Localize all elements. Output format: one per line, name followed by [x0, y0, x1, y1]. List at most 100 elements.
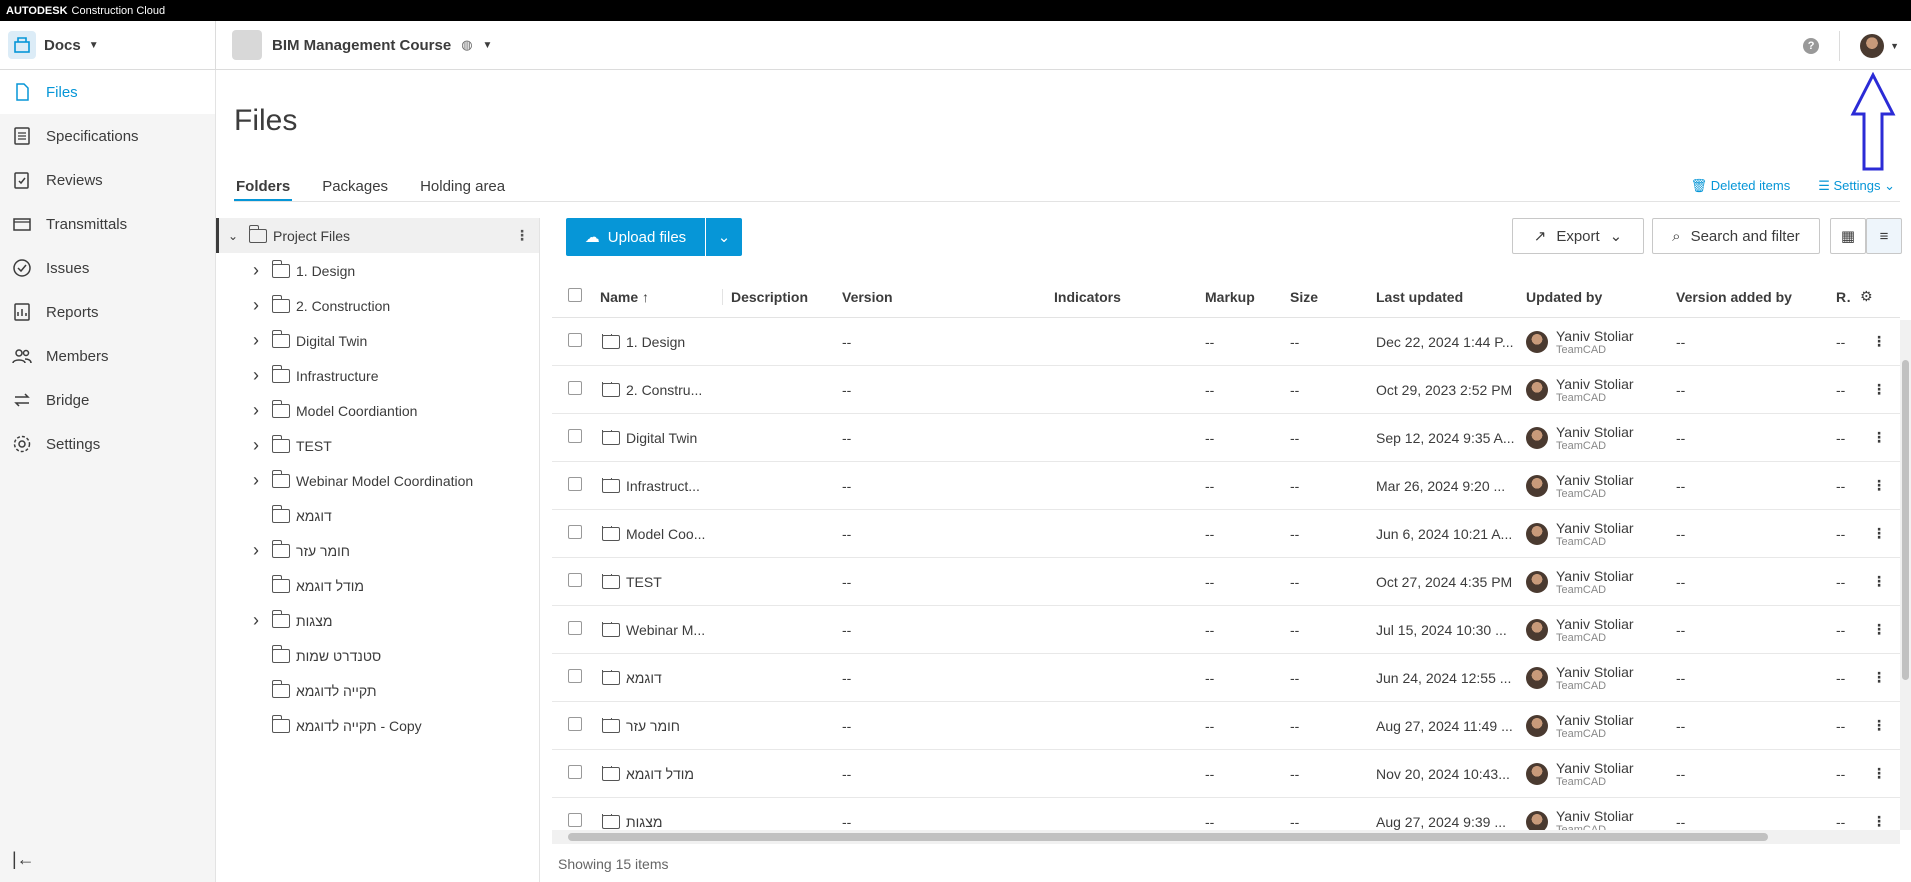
chevron-right-icon[interactable]: › [248, 295, 264, 316]
file-name-cell[interactable]: מודל דוגמא [592, 765, 722, 782]
table-row[interactable]: דוגמא -- -- -- Jun 24, 2024 12:55 ... Yaniv S… [552, 654, 1900, 702]
sidebar-item-reports[interactable]: Reports [0, 290, 215, 334]
tree-folder[interactable]: › מצגות [216, 603, 539, 638]
tree-folder[interactable]: סטנדרט שמות [216, 638, 539, 673]
row-checkbox[interactable] [552, 477, 592, 494]
column-description[interactable]: Description [722, 288, 834, 305]
upload-files-button[interactable]: ☁ Upload files ⌄ [566, 218, 742, 256]
file-name-cell[interactable]: מצגות [592, 813, 722, 830]
upload-main[interactable]: ☁ Upload files [566, 218, 706, 256]
column-settings-gear-icon[interactable]: ⚙ [1852, 288, 1892, 305]
file-name[interactable]: 1. Design [626, 334, 685, 350]
export-button[interactable]: ↗ Export ⌄ [1512, 218, 1644, 254]
sidebar-item-settings[interactable]: Settings [0, 422, 215, 466]
search-filter-button[interactable]: ⌕ Search and filter [1652, 218, 1820, 254]
file-name[interactable]: Webinar M... [626, 622, 705, 638]
file-name[interactable]: Infrastruct... [626, 478, 700, 494]
row-more-options-icon[interactable]: ⋮ [1852, 573, 1892, 590]
chevron-down-icon[interactable]: ⌄ [225, 229, 241, 243]
table-row[interactable]: Infrastruct... -- -- -- Mar 26, 2024 9:20 ..… [552, 462, 1900, 510]
chevron-right-icon[interactable]: › [248, 435, 264, 456]
table-row[interactable]: מודל דוגמא -- -- -- Nov 20, 2024 10:43... Yan… [552, 750, 1900, 798]
file-name-cell[interactable]: 1. Design [592, 333, 722, 350]
tree-folder[interactable]: › 1. Design [216, 253, 539, 288]
file-name-cell[interactable]: 2. Constru... [592, 381, 722, 398]
row-checkbox[interactable] [552, 525, 592, 542]
tree-folder[interactable]: תקייה לדוגמא [216, 673, 539, 708]
sidebar-item-reviews[interactable]: Reviews [0, 158, 215, 202]
sidebar-item-files[interactable]: Files [0, 70, 215, 114]
tree-folder[interactable]: › Infrastructure [216, 358, 539, 393]
column-updated-by[interactable]: Updated by [1518, 289, 1668, 305]
project-switcher[interactable]: BIM Management Course ◍ ▼ [232, 30, 492, 60]
chevron-right-icon[interactable]: › [248, 400, 264, 421]
column-size[interactable]: Size [1282, 289, 1368, 305]
row-checkbox[interactable] [552, 717, 592, 734]
file-name[interactable]: דוגמא [626, 670, 662, 686]
file-name[interactable]: מודל דוגמא [626, 766, 694, 782]
file-name-cell[interactable]: חומר עזר [592, 717, 722, 734]
row-more-options-icon[interactable]: ⋮ [1852, 765, 1892, 782]
horizontal-scrollbar[interactable] [552, 830, 1900, 844]
vertical-scrollbar[interactable] [1900, 320, 1911, 830]
chevron-right-icon[interactable]: › [248, 365, 264, 386]
row-checkbox[interactable] [552, 381, 592, 398]
sidebar-item-transmittals[interactable]: Transmittals [0, 202, 215, 246]
select-all-checkbox[interactable] [552, 288, 592, 305]
sidebar-item-bridge[interactable]: Bridge [0, 378, 215, 422]
table-row[interactable]: 2. Constru... -- -- -- Oct 29, 2023 2:52 PM Y… [552, 366, 1900, 414]
row-more-options-icon[interactable]: ⋮ [1852, 381, 1892, 398]
file-name[interactable]: חומר עזר [626, 718, 680, 734]
table-row[interactable]: מצגות -- -- -- Aug 27, 2024 9:39 ... Yaniv St… [552, 798, 1900, 830]
table-row[interactable]: Digital Twin -- -- -- Sep 12, 2024 9:35 A...… [552, 414, 1900, 462]
file-name-cell[interactable]: Digital Twin [592, 429, 722, 446]
settings-dropdown[interactable]: ☰ Settings ⌄ [1818, 178, 1895, 194]
row-checkbox[interactable] [552, 333, 592, 350]
row-checkbox[interactable] [552, 765, 592, 782]
file-name[interactable]: Digital Twin [626, 430, 697, 446]
tree-folder[interactable]: › חומר עזר [216, 533, 539, 568]
tree-folder[interactable]: דוגמא [216, 498, 539, 533]
column-indicators[interactable]: Indicators [1046, 289, 1197, 305]
row-checkbox[interactable] [552, 573, 592, 590]
column-name[interactable]: Name ↑ [592, 289, 722, 305]
row-more-options-icon[interactable]: ⋮ [1852, 813, 1892, 830]
chevron-right-icon[interactable]: › [248, 470, 264, 491]
table-row[interactable]: TEST -- -- -- Oct 27, 2024 4:35 PM Yaniv Stol… [552, 558, 1900, 606]
grid-view-icon[interactable]: ▦ [1830, 218, 1866, 254]
tab-holding-area[interactable]: Holding area [418, 172, 507, 202]
row-more-options-icon[interactable]: ⋮ [1852, 669, 1892, 686]
tree-folder[interactable]: › Model Coordiantion [216, 393, 539, 428]
row-more-options-icon[interactable]: ⋮ [1852, 429, 1892, 446]
row-more-options-icon[interactable]: ⋮ [1852, 333, 1892, 350]
column-markup[interactable]: Markup [1197, 289, 1282, 305]
file-name[interactable]: Model Coo... [626, 526, 705, 542]
row-checkbox[interactable] [552, 669, 592, 686]
table-row[interactable]: 1. Design -- -- -- Dec 22, 2024 1:44 P... Yan… [552, 318, 1900, 366]
file-name[interactable]: 2. Constru... [626, 382, 702, 398]
tree-folder[interactable]: תקייה לדוגמא - Copy [216, 708, 539, 743]
sidebar-item-issues[interactable]: Issues [0, 246, 215, 290]
row-checkbox[interactable] [552, 621, 592, 638]
tab-packages[interactable]: Packages [320, 172, 390, 202]
tree-folder[interactable]: › Digital Twin [216, 323, 539, 358]
row-more-options-icon[interactable]: ⋮ [1852, 717, 1892, 734]
chevron-right-icon[interactable]: › [248, 610, 264, 631]
list-view-icon[interactable]: ≡ [1866, 218, 1902, 254]
tree-folder[interactable]: › 2. Construction [216, 288, 539, 323]
file-name-cell[interactable]: TEST [592, 573, 722, 590]
file-name-cell[interactable]: Webinar M... [592, 621, 722, 638]
tab-folders[interactable]: Folders [234, 172, 293, 202]
column-last-updated[interactable]: Last updated [1368, 289, 1518, 305]
sidebar-item-members[interactable]: Members [0, 334, 215, 378]
user-menu[interactable]: ▼ [1860, 33, 1899, 58]
table-row[interactable]: חומר עזר -- -- -- Aug 27, 2024 11:49 ... Yani… [552, 702, 1900, 750]
table-row[interactable]: Webinar M... -- -- -- Jul 15, 2024 10:30 ...… [552, 606, 1900, 654]
chevron-right-icon[interactable]: › [248, 540, 264, 561]
chevron-right-icon[interactable]: › [248, 330, 264, 351]
tree-folder[interactable]: › Webinar Model Coordination [216, 463, 539, 498]
row-checkbox[interactable] [552, 813, 592, 830]
file-name-cell[interactable]: Infrastruct... [592, 477, 722, 494]
column-version[interactable]: Version [834, 289, 1046, 305]
help-icon[interactable]: ? [1803, 37, 1820, 54]
